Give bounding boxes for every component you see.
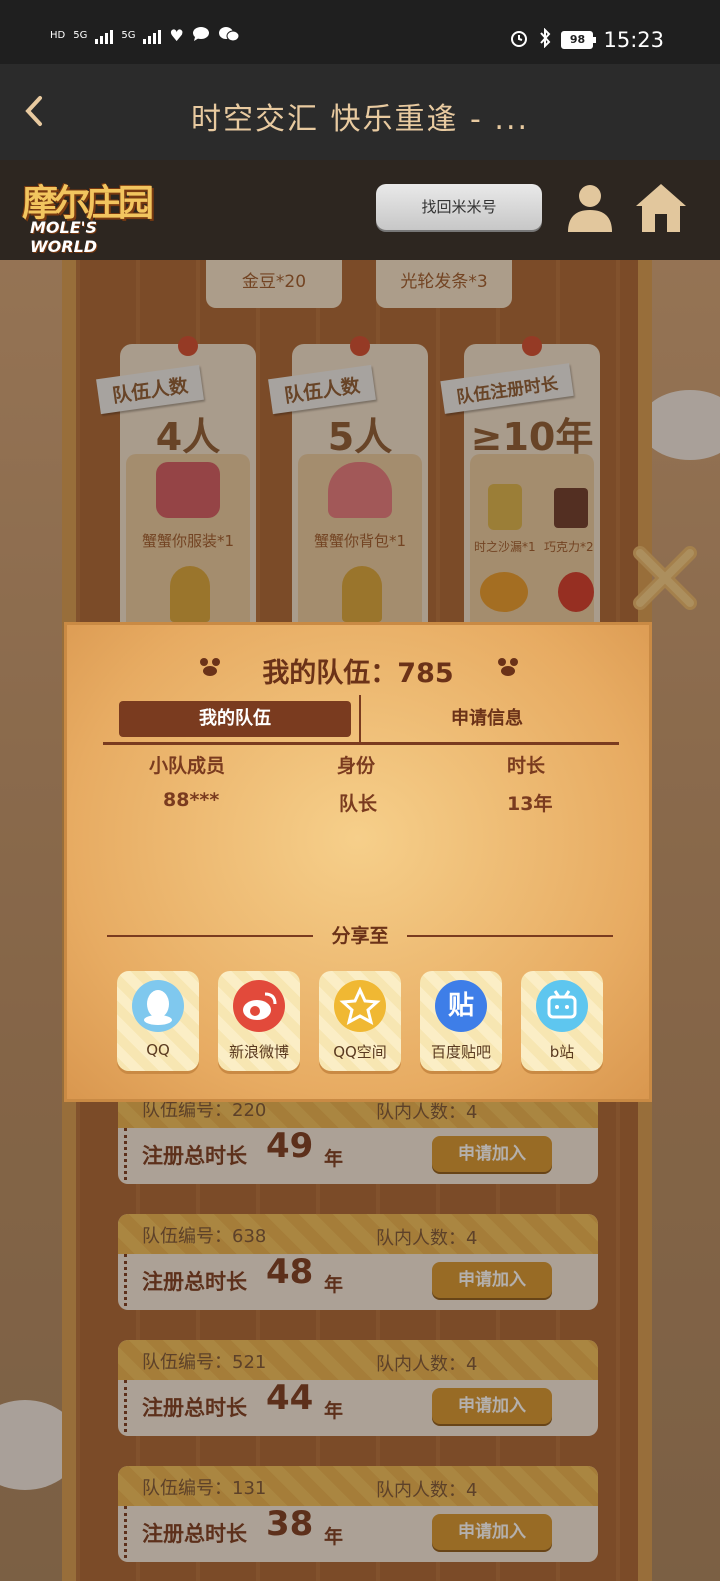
game-logo[interactable]: 摩尔庄园 MOLE'S WORLD <box>18 170 158 256</box>
column-header-role: 身份 <box>337 755 376 777</box>
tab-applications[interactable]: 申请信息 <box>367 701 607 737</box>
network-5g-label-2: 5G <box>121 30 136 41</box>
home-button[interactable] <box>634 182 688 234</box>
qq-icon <box>132 980 184 1032</box>
back-button[interactable] <box>14 86 58 136</box>
dialog-title: 我的队伍：785 <box>262 658 454 689</box>
share-divider: 分享至 <box>107 921 613 951</box>
message-icon <box>192 26 210 45</box>
qzone-icon <box>334 980 386 1032</box>
page-title: 时空交汇 快乐重逢 - ... <box>190 102 530 137</box>
title-bar: 时空交汇 快乐重逢 - ... <box>0 64 720 160</box>
share-qzone-button[interactable]: QQ空间 <box>319 971 401 1071</box>
member-name: 88*** <box>163 789 220 811</box>
chevron-left-icon <box>25 96 42 126</box>
network-5g-label-1: 5G <box>73 30 88 41</box>
signal-icon-2 <box>143 28 162 44</box>
member-role: 队长 <box>339 793 378 815</box>
alarm-icon <box>509 28 529 52</box>
home-icon <box>636 184 686 232</box>
signal-icon-1 <box>95 28 114 44</box>
game-header: 摩尔庄园 MOLE'S WORLD 找回米米号 <box>0 160 720 260</box>
share-weibo-label: 新浪微博 <box>228 1043 289 1061</box>
share-tieba-button[interactable]: 贴 百度贴吧 <box>420 971 502 1071</box>
bluetooth-icon <box>539 27 551 52</box>
user-icon <box>568 185 612 232</box>
tab-my-team[interactable]: 我的队伍 <box>119 701 351 737</box>
share-tieba-label: 百度贴吧 <box>430 1043 491 1061</box>
share-qq-button[interactable]: QQ <box>117 971 199 1071</box>
paw-icon <box>498 658 518 676</box>
battery-indicator: 98 <box>561 31 597 49</box>
hd-indicator: HD <box>50 30 66 41</box>
share-bilibili-label: b站 <box>549 1043 575 1061</box>
share-qq-label: QQ <box>146 1041 170 1059</box>
retrieve-account-button[interactable]: 找回米米号 <box>376 184 542 230</box>
dialog-tabs: 我的队伍 申请信息 <box>103 695 619 745</box>
wechat-icon <box>218 26 240 45</box>
share-line-right <box>407 935 613 937</box>
tieba-icon: 贴 <box>435 980 487 1032</box>
column-header-duration: 时长 <box>507 755 546 777</box>
share-bilibili-button[interactable]: b站 <box>521 971 603 1071</box>
share-weibo-button[interactable]: 新浪微博 <box>218 971 300 1071</box>
heart-icon: ♥ <box>169 26 184 45</box>
clock: 15:23 <box>603 28 664 52</box>
status-right: 98 15:23 <box>509 27 664 52</box>
status-bar: HD 5G 5G ♥ 98 15:23 <box>0 0 720 64</box>
tab-divider <box>359 695 361 743</box>
share-qzone-label: QQ空间 <box>333 1043 387 1061</box>
user-button[interactable] <box>566 182 614 234</box>
weibo-icon <box>233 980 285 1032</box>
my-team-dialog: 我的队伍：785 我的队伍 申请信息 小队成员 身份 时长 88*** 队长 1… <box>64 622 652 1102</box>
column-header-member: 小队成员 <box>149 755 226 777</box>
status-left: HD 5G 5G ♥ <box>50 26 240 45</box>
bilibili-icon <box>536 980 588 1032</box>
member-duration: 13年 <box>507 793 553 815</box>
tieba-glyph: 贴 <box>447 991 474 1021</box>
logo-subtext: MOLE'S WORLD <box>30 218 98 256</box>
